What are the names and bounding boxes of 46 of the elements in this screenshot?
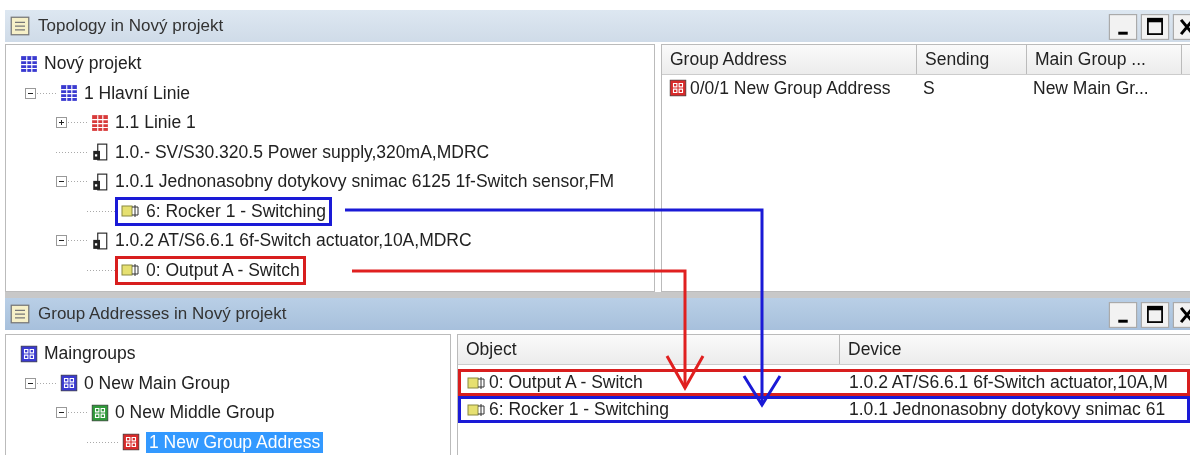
collapse-icon[interactable] [56,235,67,247]
column-header[interactable]: Sending [917,45,1027,74]
tree-item[interactable]: Maingroups [13,339,142,369]
tree-item[interactable]: 1.1 Linie 1 [84,108,202,138]
minimize-button[interactable] [1108,14,1138,40]
column-header[interactable]: Main Group ... [1027,45,1182,74]
column-header[interactable]: Object [458,335,840,364]
column-header[interactable]: Device [840,335,1190,364]
group-icon [59,374,79,393]
table-row[interactable]: 6: Rocker 1 - Switching 1.0.1 Jednonasobny dotykovy snimac 61 [458,396,1190,423]
tree-item[interactable]: 0 New Main Group [53,368,236,398]
device-icon [90,231,110,250]
group-icon [121,433,141,452]
window-icon [10,16,30,36]
collapse-icon[interactable] [56,407,67,419]
window-title: Group Addresses in Nový projekt [38,304,287,324]
tree-item[interactable]: 0 New Middle Group [84,398,281,428]
table-cell-text: New Main Gr... [1032,77,1150,99]
minimize-button[interactable] [1108,302,1138,328]
group-icon [90,403,110,422]
tree-item[interactable]: 1.0.2 AT/S6.6.1 6f-Switch actuator,10A,MDRC [84,226,478,256]
tree-item[interactable]: Nový projekt [13,49,148,79]
grid-icon [59,84,79,103]
device-icon [90,143,110,162]
group-icon [668,79,688,97]
window-icon [10,304,30,324]
tree-item[interactable]: 1.0.- SV/S30.320.5 Power supply,320mA,MDRC [84,137,496,167]
maximize-button[interactable] [1140,14,1170,40]
grid-icon [90,113,110,132]
tree-item[interactable]: 6: Rocker 1 - Switching [115,196,332,226]
table-cell: 0/0/1 New Group Address [662,77,917,99]
expand-icon[interactable] [56,117,67,129]
tree-item[interactable]: 1.0.1 Jednonasobny dotykovy snimac 6125 1f-Switch sensor,FM [84,167,620,197]
group-icon [19,344,39,363]
table-row[interactable]: 0: Output A - Switch 1.0.2 AT/S6.6.1 6f-Switch actuator,10A,M [458,369,1190,396]
grid-icon [19,54,39,73]
collapse-icon[interactable] [25,377,36,389]
column-header[interactable]: Group Address [662,45,917,74]
collapse-icon[interactable] [56,176,67,188]
device-icon [90,172,110,191]
tree-item[interactable]: 0: Output A - Switch [115,255,306,285]
collapse-icon[interactable] [25,87,36,99]
table-cell-text: S [922,77,936,99]
maximize-button[interactable] [1140,302,1170,328]
tree-item[interactable]: 1 Hlavní Linie [53,78,197,108]
window-title: Topology in Nový projekt [38,16,224,36]
